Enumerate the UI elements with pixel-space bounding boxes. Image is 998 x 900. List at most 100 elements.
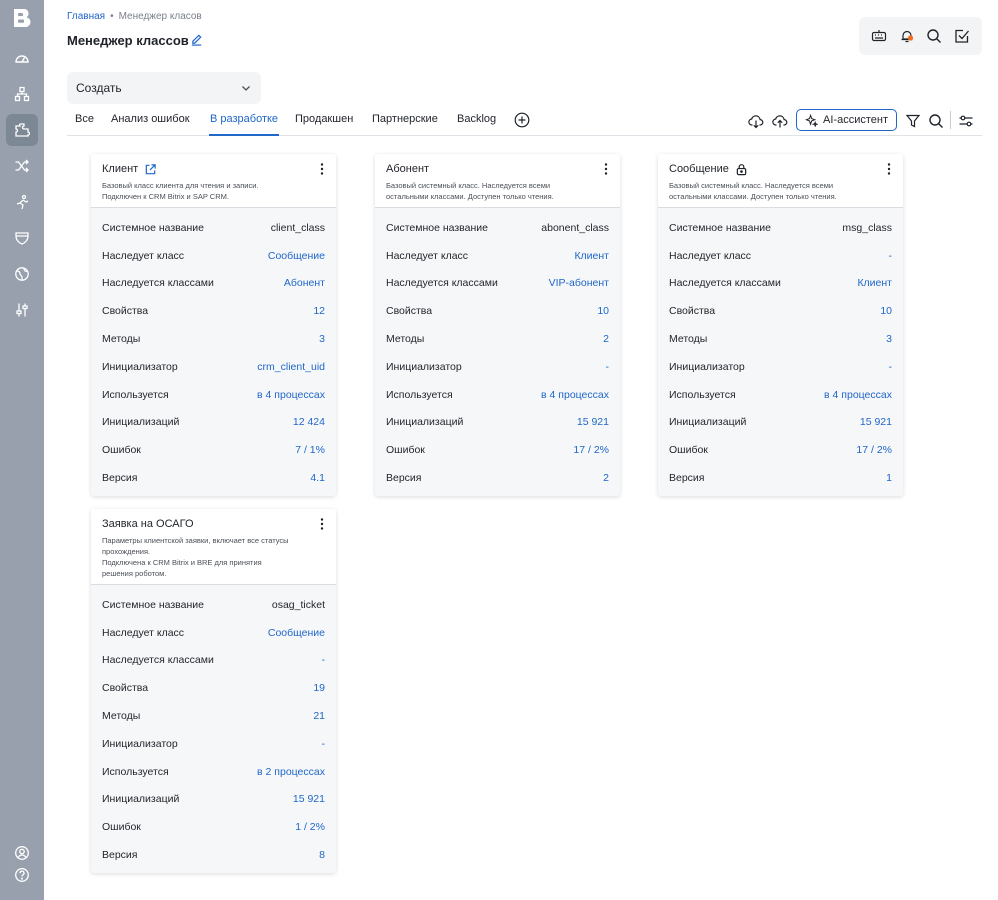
card-row-inherits: Наследует класс Сообщение — [102, 619, 325, 647]
card-description: Базовый системный класс. Наследуется все… — [669, 180, 892, 202]
class-card[interactable]: Заявка на ОСАГО Параметры клиентской зая… — [91, 509, 336, 873]
cloud-upload-icon[interactable] — [772, 113, 788, 129]
card-row-methods: Методы 2 — [386, 325, 609, 353]
row-value-link[interactable]: 19 — [313, 682, 325, 694]
row-value-link[interactable]: 1 / 2% — [295, 821, 325, 833]
card-description: Параметры клиентской заявки, включает вс… — [102, 535, 325, 579]
card-title: Абонент — [386, 161, 609, 177]
row-value-link[interactable]: Клиент — [857, 277, 892, 289]
sidebar-item-structure[interactable] — [6, 78, 38, 110]
row-label: Ошибок — [386, 444, 425, 457]
search-icon[interactable] — [928, 113, 944, 129]
ai-assistant-button[interactable]: AI-ассистент — [796, 109, 897, 131]
sidebar-item-process[interactable] — [6, 186, 38, 218]
row-value-link[interactable]: VIP-абонент — [549, 277, 609, 289]
row-label: Наследуется классами — [102, 277, 214, 290]
row-value-link[interactable]: 8 — [319, 849, 325, 861]
row-value-link[interactable]: 4.1 — [310, 472, 325, 484]
card-title-text: Абонент — [386, 163, 430, 175]
row-value-link[interactable]: 10 — [597, 305, 609, 317]
row-value-link[interactable]: 15 921 — [577, 416, 609, 428]
sidebar-item-help[interactable] — [6, 859, 38, 891]
more-vertical-icon[interactable] — [600, 162, 612, 176]
card-row-used-in: Используется в 2 процессах — [102, 758, 325, 786]
card-description-line: прохождения. — [102, 547, 151, 556]
lock-icon — [736, 163, 747, 175]
row-value-link[interactable]: Клиент — [574, 250, 609, 262]
sidebar-item-globe[interactable] — [6, 258, 38, 290]
breadcrumb-home-link[interactable]: Главная — [67, 11, 105, 22]
row-value-link[interactable]: в 4 процессах — [541, 389, 609, 401]
row-label: Наследует класс — [669, 249, 752, 262]
sidebar-item-shuffle[interactable] — [6, 150, 38, 182]
filter-icon[interactable] — [905, 113, 921, 129]
row-value-link[interactable]: 1 — [886, 472, 892, 484]
task-check-icon[interactable] — [954, 28, 970, 44]
card-row-methods: Методы 3 — [669, 325, 892, 353]
sidebar-item-classes[interactable] — [6, 114, 38, 146]
row-value-link[interactable]: 2 — [603, 472, 609, 484]
keyboard-icon[interactable] — [871, 28, 887, 44]
row-label: Системное название — [102, 221, 204, 234]
logo-icon[interactable] — [11, 7, 33, 29]
card-title: Сообщение — [669, 161, 892, 177]
tab-production[interactable]: Продакшен — [295, 113, 353, 136]
row-value-link[interactable]: 12 — [313, 305, 325, 317]
row-label: Инициализатор — [386, 360, 462, 373]
row-value-link[interactable]: Сообщение — [268, 250, 325, 262]
notification-bell-icon[interactable] — [899, 28, 915, 44]
more-vertical-icon[interactable] — [316, 517, 328, 531]
card-row-system-name: Системное название abonent_class — [386, 214, 609, 242]
row-value-link[interactable]: в 4 процессах — [257, 389, 325, 401]
create-dropdown[interactable]: Создать — [67, 72, 261, 104]
edit-pencil-icon[interactable] — [190, 33, 203, 46]
search-icon[interactable] — [926, 28, 942, 44]
card-row-system-name: Системное название client_class — [102, 214, 325, 242]
row-value-link[interactable]: 15 921 — [860, 416, 892, 428]
row-label: Свойства — [102, 682, 149, 695]
tab-all[interactable]: Все — [75, 113, 94, 136]
settings-sliders-icon[interactable] — [958, 113, 974, 129]
row-label: Ошибок — [102, 444, 141, 457]
add-tab-plus-icon[interactable] — [514, 112, 530, 128]
breadcrumb-separator: • — [110, 11, 114, 22]
sidebar-item-database[interactable] — [6, 222, 38, 254]
sidebar-item-dashboard[interactable] — [6, 42, 38, 74]
row-value-link[interactable]: 12 424 — [293, 416, 325, 428]
row-label: Версия — [669, 472, 705, 485]
class-card[interactable]: Клиент Базовый класс клиента для чтения … — [91, 154, 336, 496]
card-row-inherits: Наследует класс Сообщение — [102, 242, 325, 270]
sparkle-icon — [805, 113, 819, 127]
row-value-link[interactable]: 3 — [319, 333, 325, 345]
dashboard-icon — [15, 55, 29, 63]
tab-backlog[interactable]: Backlog — [457, 113, 496, 136]
row-value-link[interactable]: 17 / 2% — [573, 444, 609, 456]
sidebar-item-settings[interactable] — [6, 294, 38, 326]
card-row-initializations: Инициализаций 15 921 — [669, 409, 892, 437]
cloud-download-icon[interactable] — [748, 113, 764, 129]
row-value-link[interactable]: 3 — [886, 333, 892, 345]
tab-partner[interactable]: Партнерские — [372, 113, 438, 136]
tab-error-analysis[interactable]: Анализ ошибок — [111, 113, 190, 136]
row-value-link[interactable]: Абонент — [284, 277, 325, 289]
row-value-link[interactable]: 7 / 1% — [295, 444, 325, 456]
more-vertical-icon[interactable] — [883, 162, 895, 176]
row-value-link[interactable]: crm_client_uid — [257, 361, 325, 373]
row-value-link[interactable]: 15 921 — [293, 793, 325, 805]
card-title-text: Клиент — [102, 163, 139, 175]
row-label: Инициализаций — [102, 793, 180, 806]
more-vertical-icon[interactable] — [316, 162, 328, 176]
row-value-link[interactable]: 17 / 2% — [856, 444, 892, 456]
row-value: - — [321, 654, 326, 667]
row-value-link[interactable]: 10 — [880, 305, 892, 317]
external-link-icon[interactable] — [144, 163, 157, 176]
class-card[interactable]: Сообщение Базовый системный класс. Насле… — [658, 154, 903, 496]
tab-in-development[interactable]: В разработке — [209, 113, 280, 136]
row-value-link[interactable]: в 4 процессах — [824, 389, 892, 401]
row-value-link[interactable]: 2 — [603, 333, 609, 345]
row-value-link[interactable]: в 2 процессах — [257, 766, 325, 778]
class-card[interactable]: Абонент Базовый системный класс. Наследу… — [375, 154, 620, 496]
row-value-link[interactable]: Сообщение — [268, 627, 325, 639]
row-value-link[interactable]: 21 — [313, 710, 325, 722]
row-value: - — [888, 360, 893, 373]
